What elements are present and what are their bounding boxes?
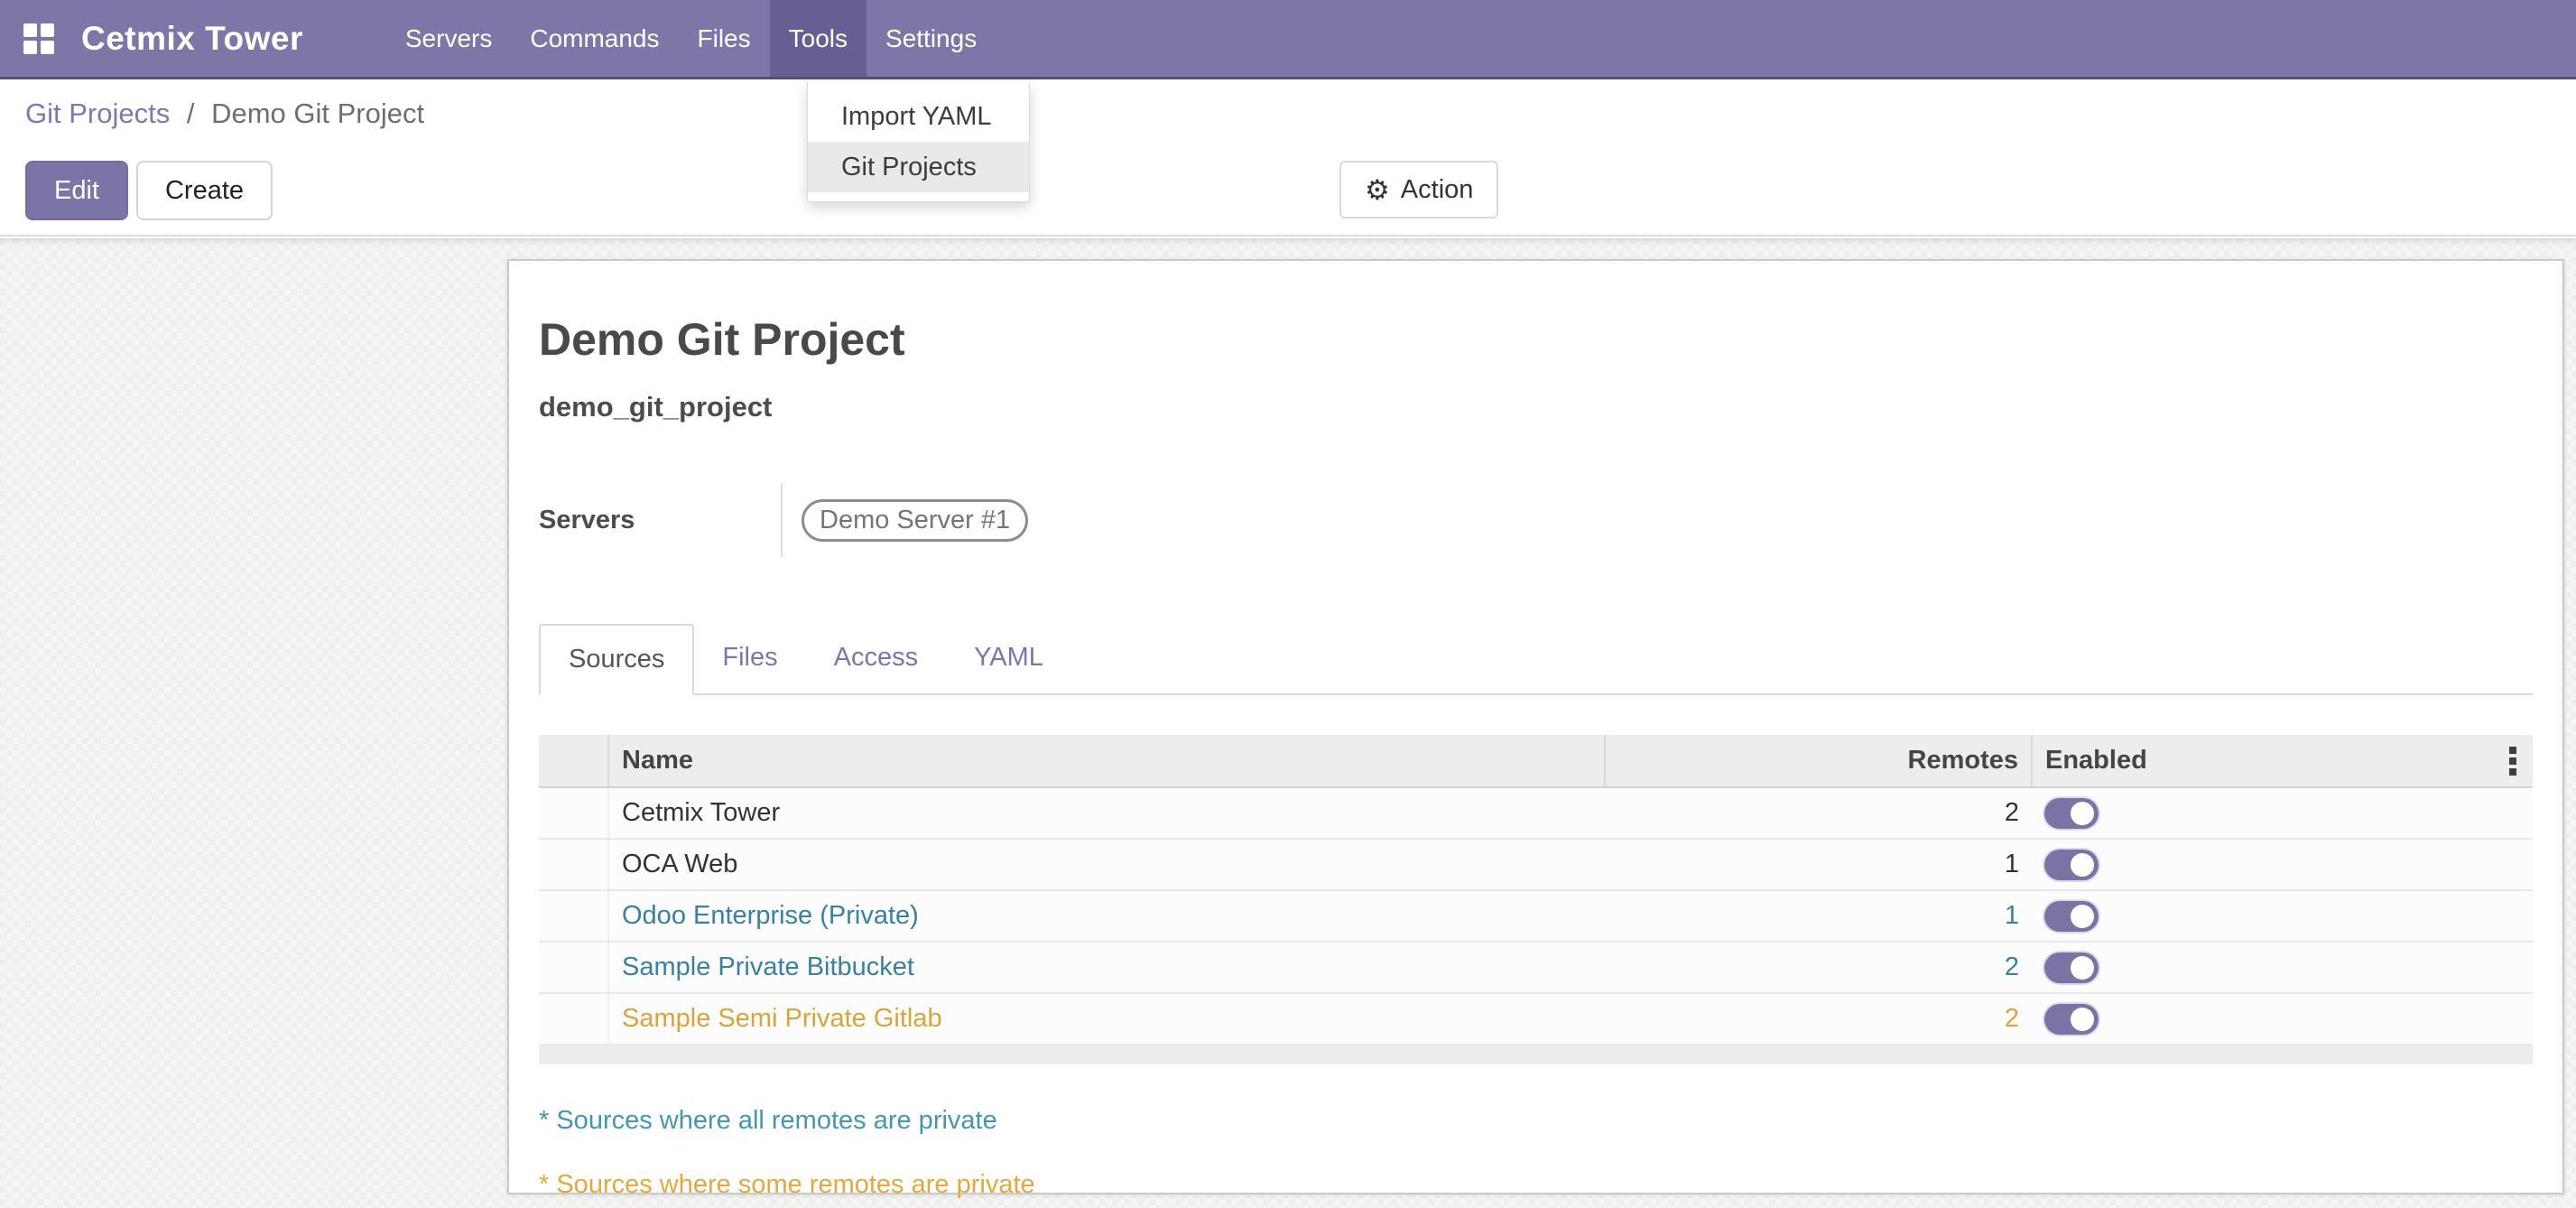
table-row[interactable]: Cetmix Tower 2	[539, 787, 2533, 839]
edit-create-button-group: Edit Create	[25, 161, 273, 220]
tools-dropdown-menu: Import YAML Git Projects	[807, 82, 1030, 202]
nav-item-settings[interactable]: Settings	[866, 0, 996, 77]
source-name[interactable]: Cetmix Tower	[608, 787, 1605, 839]
nav-item-servers[interactable]: Servers	[386, 0, 511, 77]
navbar-menu: Servers Commands Files Tools Settings	[386, 0, 996, 77]
cetmix-tower-app: Cetmix Tower Servers Commands Files Tool…	[0, 0, 2576, 1208]
breadcrumb: Git Projects / Demo Git Project	[25, 98, 424, 130]
server-tag[interactable]: Demo Server #1	[802, 499, 1028, 542]
breadcrumb-separator: /	[187, 98, 195, 129]
top-navbar: Cetmix Tower Servers Commands Files Tool…	[0, 0, 2576, 79]
nav-item-commands[interactable]: Commands	[511, 0, 678, 77]
action-button-label: Action	[1401, 175, 1474, 205]
name-column-header[interactable]: Name	[608, 735, 1605, 787]
table-header-row: Name Remotes Enabled	[539, 735, 2533, 787]
enabled-toggle[interactable]	[2044, 1004, 2099, 1035]
optional-columns-icon[interactable]	[2506, 743, 2520, 779]
project-reference: demo_git_project	[539, 391, 2533, 423]
enabled-column-header[interactable]: Enabled	[2032, 735, 2533, 787]
dropdown-item-git-projects[interactable]: Git Projects	[808, 142, 1029, 192]
source-name[interactable]: Sample Semi Private Gitlab	[608, 993, 1605, 1045]
tab-files[interactable]: Files	[694, 624, 805, 693]
enabled-toggle[interactable]	[2044, 901, 2099, 932]
handle-column-header	[539, 735, 608, 787]
action-button[interactable]: ⚙ Action	[1339, 161, 1498, 218]
sources-table: Name Remotes Enabled Cetmix Tower	[539, 735, 2533, 1064]
table-footer-strip	[539, 1045, 2533, 1064]
apps-grid-icon[interactable]	[23, 23, 54, 54]
servers-field-value: Demo Server #1	[781, 483, 1028, 557]
source-remotes-count: 1	[1605, 890, 2032, 942]
enabled-column-label: Enabled	[2045, 746, 2147, 776]
dropdown-item-import-yaml[interactable]: Import YAML	[808, 91, 1029, 142]
tab-access[interactable]: Access	[806, 624, 946, 693]
table-row[interactable]: OCA Web 1	[539, 839, 2533, 890]
nav-item-tools[interactable]: Tools	[770, 0, 866, 77]
breadcrumb-link-git-projects[interactable]: Git Projects	[25, 98, 170, 129]
servers-field-label: Servers	[539, 483, 781, 557]
source-remotes-count: 1	[1605, 839, 2032, 890]
source-name[interactable]: OCA Web	[608, 839, 1605, 890]
edit-button[interactable]: Edit	[25, 161, 128, 220]
table-row[interactable]: Sample Semi Private Gitlab 2	[539, 993, 2533, 1045]
source-remotes-count: 2	[1605, 993, 2032, 1045]
servers-field-row: Servers Demo Server #1	[539, 483, 2533, 557]
page-title: Demo Git Project	[539, 313, 2533, 366]
table-row[interactable]: Sample Private Bitbucket 2	[539, 942, 2533, 993]
source-name[interactable]: Odoo Enterprise (Private)	[608, 890, 1605, 942]
source-remotes-count: 2	[1605, 942, 2032, 993]
content-area: Demo Git Project demo_git_project Server…	[0, 238, 2576, 1208]
nav-item-files[interactable]: Files	[679, 0, 770, 77]
table-row[interactable]: Odoo Enterprise (Private) 1	[539, 890, 2533, 942]
source-remotes-count: 2	[1605, 787, 2032, 839]
brand-title[interactable]: Cetmix Tower	[81, 20, 303, 58]
gear-icon: ⚙	[1365, 176, 1390, 204]
note-some-remotes-private: * Sources where some remotes are private	[539, 1170, 2533, 1200]
control-panel: Git Projects / Demo Git Project Edit Cre…	[0, 79, 2576, 237]
form-sheet: Demo Git Project demo_git_project Server…	[507, 259, 2564, 1194]
remotes-column-header[interactable]: Remotes	[1605, 735, 2032, 787]
notebook-tabs: Sources Files Access YAML	[539, 624, 2533, 695]
tab-sources[interactable]: Sources	[539, 624, 694, 695]
create-button[interactable]: Create	[136, 161, 273, 220]
enabled-toggle[interactable]	[2044, 798, 2099, 829]
note-all-remotes-private: * Sources where all remotes are private	[539, 1106, 2533, 1136]
enabled-toggle[interactable]	[2044, 952, 2099, 983]
tab-yaml[interactable]: YAML	[946, 624, 1071, 693]
breadcrumb-current: Demo Git Project	[211, 98, 424, 129]
enabled-toggle[interactable]	[2044, 850, 2099, 880]
source-name[interactable]: Sample Private Bitbucket	[608, 942, 1605, 993]
